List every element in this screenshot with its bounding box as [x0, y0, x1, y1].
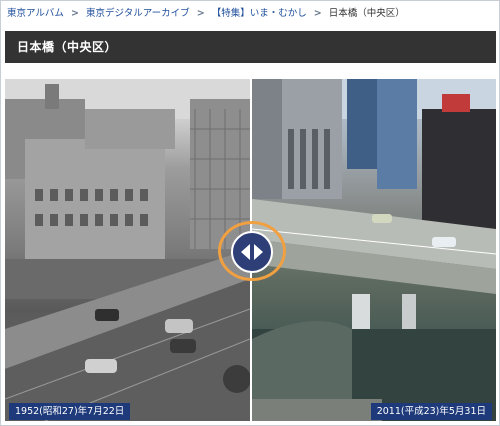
breadcrumb-item-current: 日本橋（中央区） — [328, 8, 405, 19]
photo-1952 — [5, 79, 250, 421]
photo-1952-scene — [5, 79, 250, 421]
breadcrumb-item-feature-now-and-then[interactable]: 【特集】いま・むかし — [212, 8, 307, 19]
breadcrumb: 東京アルバム > 東京デジタルアーカイブ > 【特集】いま・むかし > 日本橋（… — [7, 7, 405, 21]
photo-2011 — [252, 79, 496, 421]
page-title-bar: 日本橋（中央区） — [5, 31, 496, 63]
chevron-left-icon — [241, 244, 250, 260]
breadcrumb-separator: > — [70, 8, 79, 19]
chevron-right-icon — [254, 244, 263, 260]
breadcrumb-separator: > — [196, 8, 205, 19]
breadcrumb-separator: > — [313, 8, 322, 19]
slider-handle[interactable] — [231, 231, 273, 273]
breadcrumb-item-tokyo-album[interactable]: 東京アルバム — [7, 8, 64, 19]
breadcrumb-item-tokyo-digital-archive[interactable]: 東京デジタルアーカイブ — [86, 8, 190, 19]
date-label-before: 1952(昭和27)年7月22日 — [9, 403, 131, 420]
before-after-compare[interactable]: 1952(昭和27)年7月22日 2011(平成23)年5月31日 — [5, 79, 496, 421]
page-frame: 東京アルバム > 東京デジタルアーカイブ > 【特集】いま・むかし > 日本橋（… — [0, 0, 500, 426]
date-label-after: 2011(平成23)年5月31日 — [370, 403, 492, 420]
page-title: 日本橋（中央区） — [17, 40, 118, 54]
photo-2011-scene — [252, 79, 496, 421]
